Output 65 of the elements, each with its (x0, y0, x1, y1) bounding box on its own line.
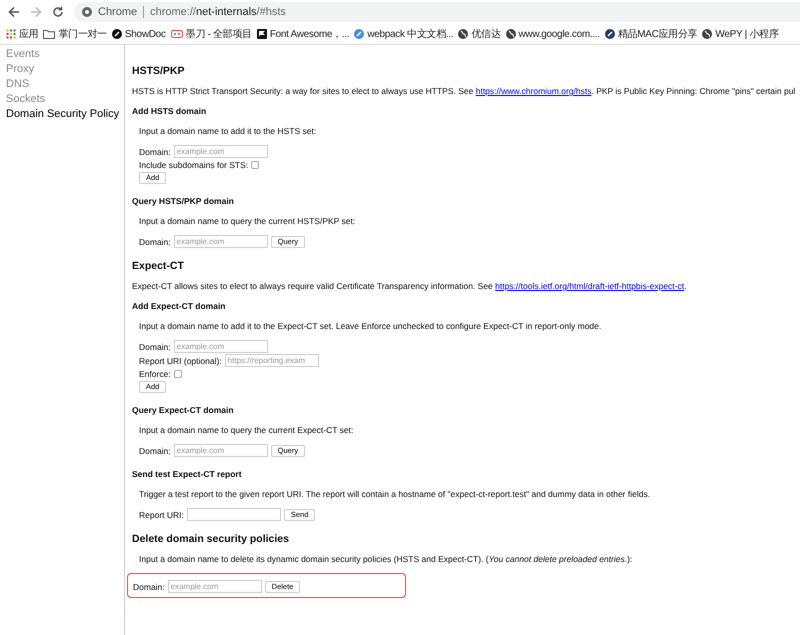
bookmark-link[interactable]: 墨刀 - 全部项目 (186, 27, 252, 41)
address-bar[interactable]: Chrome chrome://net-internals/#hsts (74, 2, 800, 22)
apps-icon[interactable] (6, 29, 16, 39)
bookmark-link[interactable]: Font Awesome，... (270, 27, 350, 41)
subsection-heading: Add Expect-CT domain (132, 301, 226, 311)
globe-icon[interactable] (458, 29, 468, 39)
description-text: HSTS is HTTP Strict Transport Security: a way for sites to elect to always use HTTPS. See https://www.chromium.org/hsts. PKP is Public Key Pinning: Chrome "pins" certain pul (132, 86, 796, 96)
field-label: Report URI: (139, 510, 184, 520)
instruction-text: Input a domain name to add it to the Expect-CT set. Leave Enforce unchecked to configure Expect-CT in report-only mode. (139, 321, 602, 331)
bookmark-link[interactable]: www.google.com.... (518, 28, 600, 40)
input-field[interactable]: https://reporting.exam (224, 354, 319, 367)
input-field[interactable]: example.com (174, 444, 268, 457)
bookmark-link[interactable]: 应用 (19, 27, 38, 41)
site-icon[interactable] (604, 29, 615, 39)
sidebar-item[interactable]: Sockets (6, 92, 46, 107)
section-heading: Delete domain security policies (132, 533, 289, 545)
subsection-heading: Send test Expect-CT report (132, 469, 242, 479)
input-field[interactable]: example.com (168, 580, 262, 593)
subsection-heading: Query Expect-CT domain (132, 405, 234, 415)
globe-icon[interactable] (506, 29, 516, 39)
sidebar-item[interactable]: Domain Security Policy (6, 107, 120, 122)
description-text: Expect-CT allows sites to elect to always require valid Certificate Transparency information. See https://tools.ietf.org/html/draft-ietf-httpbis-expect-ct. (132, 281, 686, 291)
url-text: chrome://net-internals/#hsts (150, 6, 286, 18)
flag-icon[interactable] (256, 29, 267, 39)
input-field[interactable]: example.com (174, 235, 268, 248)
field-label: Report URI (optional): (139, 356, 222, 366)
field-label: Domain: (139, 146, 171, 156)
back-icon[interactable] (8, 6, 20, 18)
input-field[interactable]: example.com (174, 340, 268, 353)
folder-icon[interactable] (43, 29, 56, 39)
link[interactable]: https://www.chromium.org/hsts (476, 86, 592, 96)
reload-icon[interactable] (52, 6, 64, 18)
checkbox[interactable] (174, 370, 182, 378)
bookmark-link[interactable]: 掌门一对一 (58, 27, 107, 41)
info-icon (82, 7, 92, 17)
input-field[interactable]: example.com (174, 145, 268, 158)
section-heading: Expect-CT (132, 260, 184, 272)
checkbox[interactable] (251, 161, 260, 169)
section-heading: HSTS/PKP (132, 65, 185, 77)
field-label: Include subdomains for STS: (139, 160, 248, 170)
sidebar-item[interactable]: Events (6, 47, 40, 62)
subsection-heading: Query HSTS/PKP domain (132, 196, 234, 206)
bookmark-link[interactable]: 优信达 (471, 27, 501, 41)
bookmark-link[interactable]: webpack 中文文档... (367, 27, 454, 41)
instruction-text: Input a domain name to add it to the HSTS set: (139, 126, 316, 136)
site-icon[interactable] (112, 29, 122, 39)
subsection-heading: Add HSTS domain (132, 106, 206, 116)
instruction-text: Input a domain name to delete its dynamic domain security policies (HSTS and Expect-CT). (You cannot delete preloaded entries.): (139, 554, 632, 564)
field-label: Enforce: (139, 369, 171, 379)
field-label: Domain: (139, 446, 171, 456)
instruction-text: Input a domain name to query the current Expect-CT set: (139, 425, 354, 435)
sidebar-item[interactable]: DNS (6, 77, 30, 92)
bookmark-link[interactable]: WePY | 小程序 (715, 27, 778, 41)
instruction-text: Trigger a test report to the given report URI. The report will contain a hostname of "expect-ct-report.test" and dummy data in other fields. (139, 489, 650, 499)
sidebar-item[interactable]: Proxy (6, 62, 34, 77)
bookmark-link[interactable]: ShowDoc (124, 28, 166, 40)
field-label: Domain: (133, 582, 165, 592)
link[interactable]: https://tools.ietf.org/html/draft-ietf-httpbis-expect-ct (495, 281, 684, 291)
instruction-text: Input a domain name to query the current HSTS/PKP set: (139, 216, 356, 226)
input-field[interactable] (186, 508, 281, 521)
globe-icon[interactable] (702, 29, 712, 39)
field-label: Domain: (139, 236, 171, 246)
bookmark-link[interactable]: 精品MAC应用分享 (618, 27, 698, 41)
field-label: Domain: (139, 342, 171, 352)
chrome-label: Chrome (98, 6, 138, 18)
